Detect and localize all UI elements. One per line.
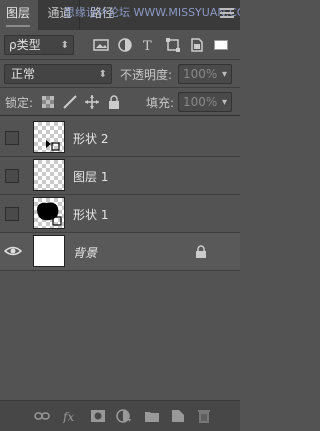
visibility-toggle[interactable]: [5, 207, 19, 221]
layer-name[interactable]: 形状 1: [73, 206, 108, 223]
chevron-updown-icon: ⬍: [98, 69, 107, 80]
type-filter-icon[interactable]: T: [141, 38, 157, 52]
layer-row[interactable]: 图层 1: [0, 157, 240, 195]
opacity-field[interactable]: 100% ▾: [178, 64, 232, 84]
fill-field[interactable]: 100% ▾: [178, 92, 232, 112]
shape-triangle-icon: [46, 140, 60, 151]
chevron-down-icon: ▾: [221, 69, 227, 80]
svg-text:fx: fx: [62, 410, 74, 423]
lock-position-icon[interactable]: [84, 95, 100, 109]
fill-value: 100%: [183, 95, 218, 109]
opacity-label: 不透明度:: [120, 68, 173, 82]
layer-thumbnail[interactable]: [33, 159, 65, 191]
lock-row: 锁定: 填充: 100% ▾: [0, 88, 240, 116]
layer-name[interactable]: 背景: [73, 244, 97, 261]
tab-layers-label: 图层: [6, 6, 31, 20]
visibility-toggle[interactable]: [5, 169, 19, 183]
new-layer-icon[interactable]: [170, 409, 186, 423]
layer-thumbnail[interactable]: [33, 197, 65, 229]
lock-label: 锁定:: [5, 96, 34, 110]
panel-footer: fx: [0, 400, 240, 431]
filter-kind-label: ρ类型: [9, 38, 41, 52]
blend-mode-dropdown[interactable]: 正常 ⬍: [4, 64, 112, 84]
adjustment-layer-icon[interactable]: [116, 409, 132, 423]
layer-thumbnail[interactable]: [33, 235, 65, 267]
add-mask-icon[interactable]: [90, 409, 106, 423]
smart-object-filter-icon[interactable]: [189, 38, 205, 52]
layer-name[interactable]: 图层 1: [73, 168, 108, 185]
layer-row[interactable]: 形状 1: [0, 195, 240, 233]
image-filter-icon[interactable]: [93, 38, 109, 52]
fill-label: 填充:: [146, 96, 175, 110]
blend-row: 正常 ⬍ 不透明度: 100% ▾: [0, 60, 240, 88]
lock-all-icon[interactable]: [106, 95, 122, 109]
chevron-down-icon: ▾: [221, 97, 227, 108]
layer-row[interactable]: 形状 2: [0, 119, 240, 157]
lock-transparent-pixels-icon[interactable]: [40, 95, 56, 109]
svg-text:T: T: [143, 39, 152, 52]
layers-list: 形状 2 图层 1 形状 1 背景: [0, 117, 240, 400]
adjustment-filter-icon[interactable]: [117, 38, 133, 52]
blend-mode-value: 正常: [11, 67, 36, 81]
eye-icon[interactable]: [4, 243, 22, 259]
tab-layers[interactable]: 图层: [0, 0, 38, 30]
layer-thumbnail[interactable]: [33, 121, 65, 153]
opacity-value: 100%: [183, 67, 218, 81]
trash-icon[interactable]: [196, 409, 212, 423]
shape-filter-icon[interactable]: [165, 38, 181, 52]
panel-menu-icon[interactable]: [220, 8, 234, 18]
tab-active-underline: [6, 25, 30, 27]
layer-row[interactable]: 背景: [0, 233, 240, 271]
filter-kind-dropdown[interactable]: ρ类型 ⬍: [4, 35, 74, 55]
chevron-updown-icon: ⬍: [60, 40, 69, 51]
new-group-icon[interactable]: [144, 409, 160, 423]
layer-name[interactable]: 形状 2: [73, 130, 108, 147]
lock-icon: [196, 245, 206, 258]
shape-blob-icon: [37, 202, 62, 226]
fx-icon[interactable]: fx: [62, 409, 78, 423]
link-layers-icon[interactable]: [34, 409, 50, 423]
visibility-toggle[interactable]: [5, 131, 19, 145]
filter-toggle-switch[interactable]: [214, 40, 228, 50]
panel-tab-bar: 图层 通道 路径 思缘设计论坛 WWW.MISSYUAN.COM: [0, 0, 240, 30]
filter-row: ρ类型 ⬍ T: [0, 30, 240, 60]
lock-image-pixels-icon[interactable]: [62, 95, 78, 109]
watermark: 思缘设计论坛 WWW.MISSYUAN.COM: [64, 6, 240, 19]
